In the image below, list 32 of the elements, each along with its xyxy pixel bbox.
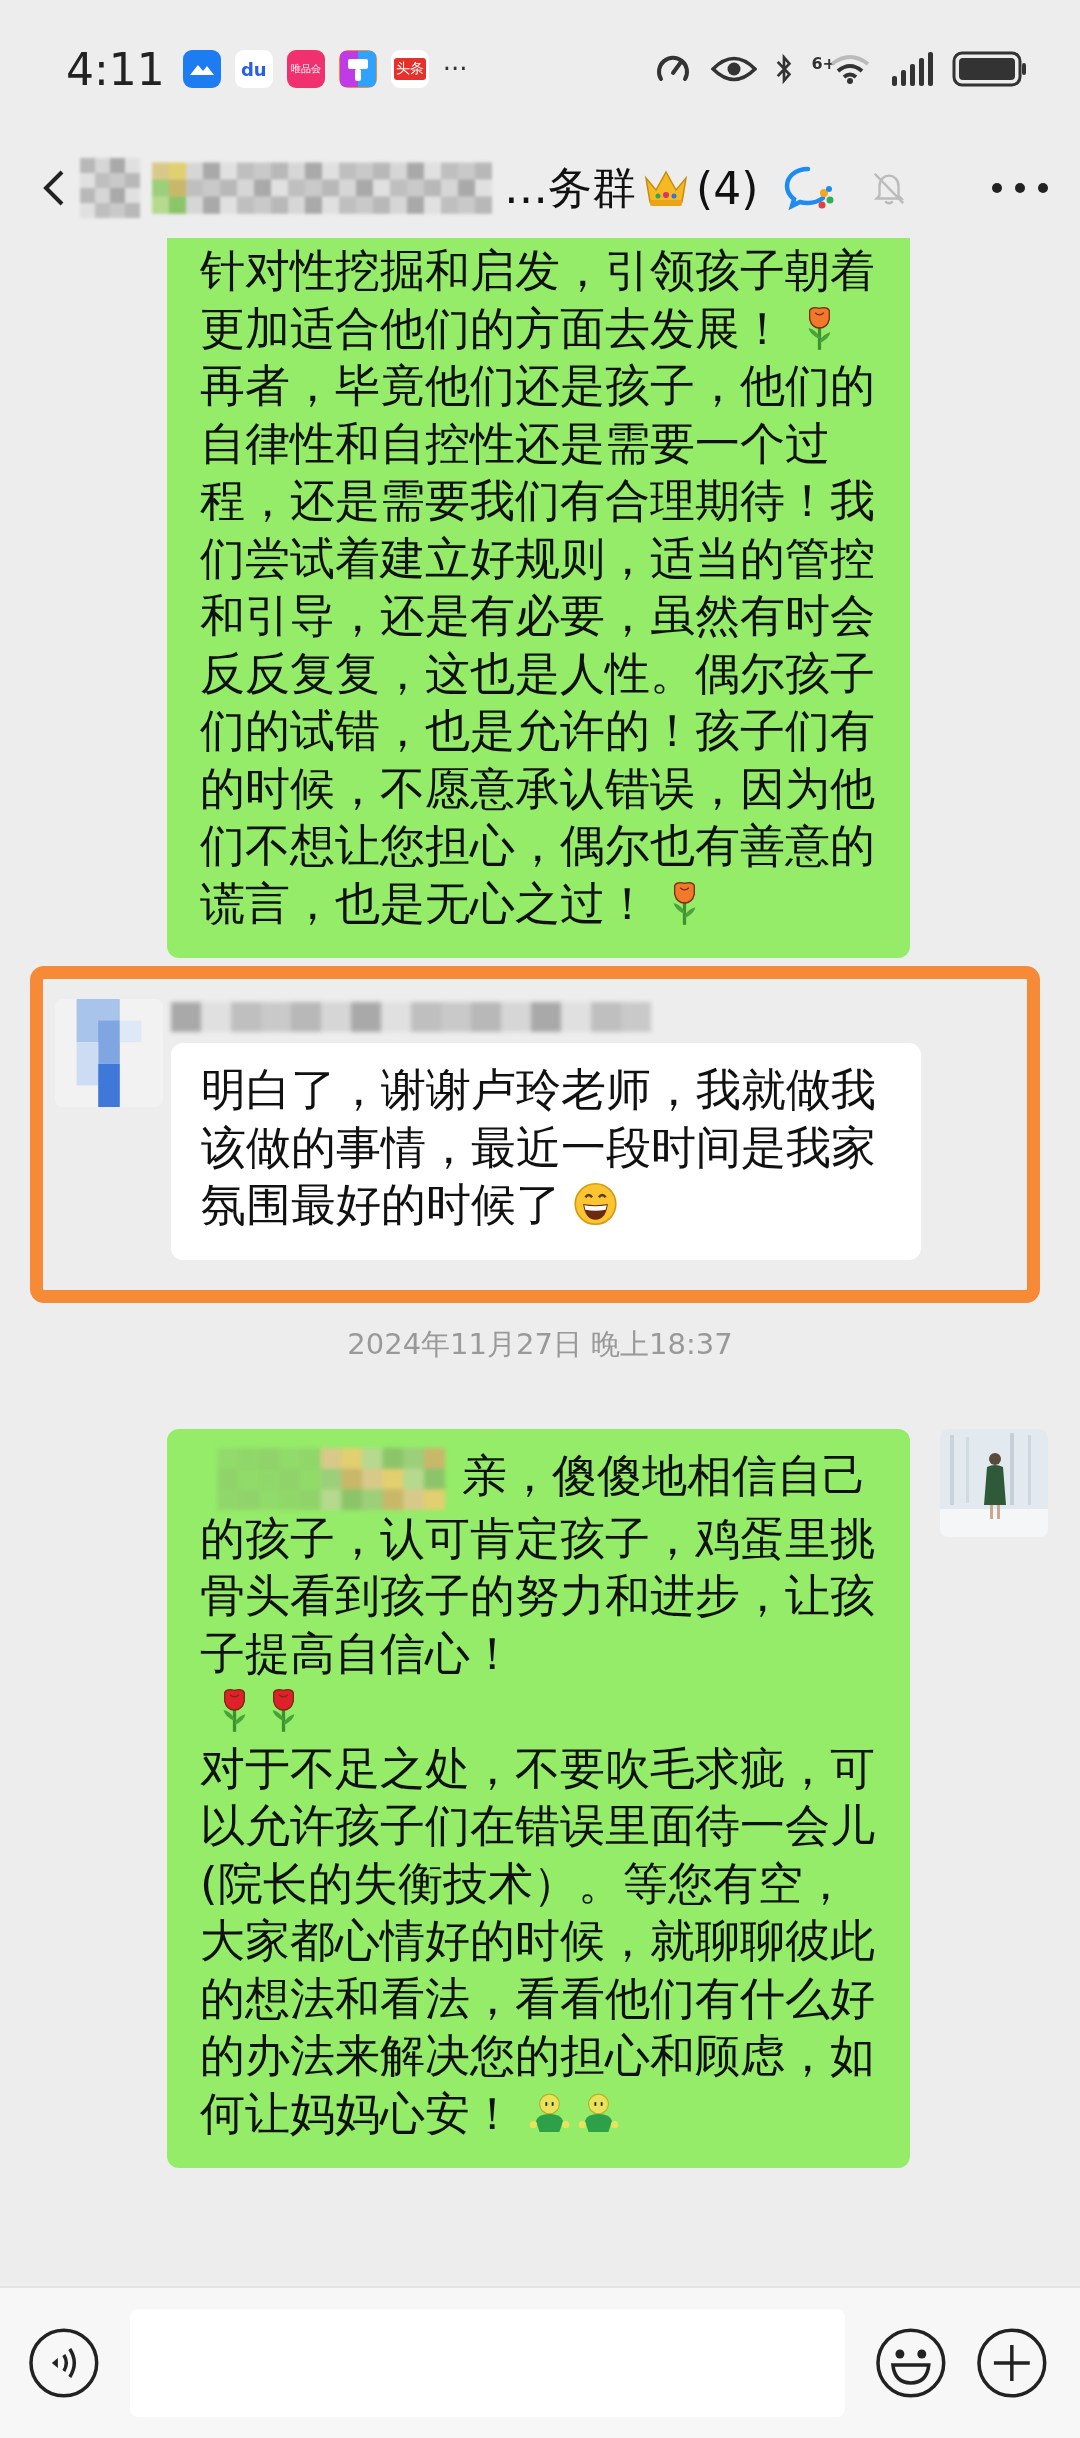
message-text: 谎言，也是无心之过！ (200, 875, 650, 932)
grinning-face-icon (573, 1180, 618, 1228)
message-text: 明白了，谢谢卢玲老师，我就做我该做的事情，最近一段时间是我家 (201, 1062, 877, 1176)
wifi-standard-label: 6+ (811, 54, 836, 73)
app-notification-icon (338, 50, 377, 88)
app-notification-icon: 头条 (390, 50, 429, 88)
bluetooth-icon (775, 52, 794, 86)
more-icon[interactable] (990, 181, 1050, 195)
chat-title: …务群 (504, 160, 636, 215)
add-icon[interactable] (976, 2327, 1048, 2399)
app-notification-icon (182, 50, 221, 88)
app-notification-icon: du (234, 50, 273, 88)
more-notifications: ··· (442, 54, 468, 84)
voice-input-icon[interactable] (28, 2327, 100, 2399)
app-notification-icon: 唯品会 (286, 50, 325, 88)
message-text: 氛围最好的时候了 (201, 1177, 561, 1233)
message-text: 更加适合他们的方面去发展！ (200, 300, 785, 357)
message-text: 针对性挖掘和启发，引领孩子朝着 (200, 243, 875, 299)
message-text: 何让妈妈心安！ (200, 2085, 515, 2142)
member-count: (4) (696, 162, 759, 214)
pixelated-area (80, 158, 140, 218)
message-text: 再者，毕竟他们还是孩子，他们的自律性和自控性还是需要一个过程，还是需要我们有合理期待！我们尝试着建立好规则，适当的管控和引导，还是有必要，虽然有时会反反复复，这也是人性。偶尔孩子们的试错，也是允许的！孩子们有的时候，不愿意承认错误，因为他们不想让您担心，偶尔也有善意的 (200, 358, 876, 874)
battery-icon (952, 51, 1028, 87)
eye-icon (711, 54, 758, 84)
signal-icon (890, 52, 934, 86)
message-timestamp: 2024年11月27日 晚上18:37 (347, 1325, 733, 1363)
chat-bubbles-icon[interactable] (784, 165, 835, 211)
status-time: 4:11 (66, 43, 165, 95)
message-text: 的孩子，认可肯定孩子，鸡蛋里挑骨头看到孩子的努力和进步，让孩子提高自信心！ (200, 1510, 876, 1682)
message-text: 亲，傻傻地相信自己 (462, 1447, 867, 1504)
emoji-icon[interactable] (874, 2327, 947, 2399)
message-text: 对于不足之处，不要吹毛求疵，可以允许孩子们在错误里面待一会儿(院长的失衡技术）。等您有空，大家都心情好的时候，就聊聊彼此的想法和看法，看看他们有什么好的办法来解决您的担心和顾虑，如 (200, 1740, 876, 2084)
